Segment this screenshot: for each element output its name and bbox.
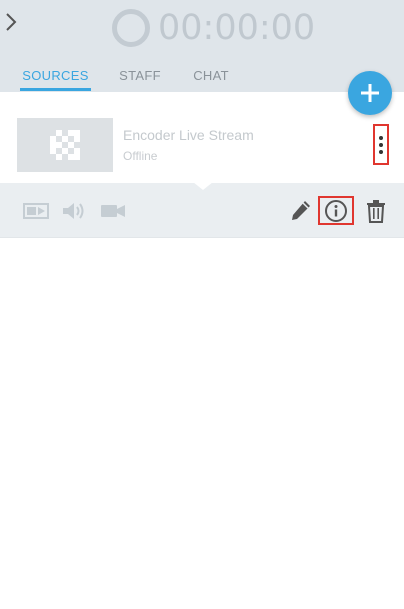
source-thumbnail bbox=[17, 118, 113, 172]
top-header: 00:00:00 SOURCES STAFF CHAT bbox=[0, 0, 404, 92]
volume-icon[interactable] bbox=[61, 201, 87, 221]
add-source-button[interactable] bbox=[348, 71, 392, 115]
source-item[interactable]: Encoder Live Stream Offline bbox=[0, 92, 404, 183]
tab-chat[interactable]: CHAT bbox=[188, 62, 234, 92]
timer-display: 00:00:00 bbox=[158, 8, 316, 48]
tab-label: CHAT bbox=[193, 68, 229, 83]
tab-staff[interactable]: STAFF bbox=[113, 62, 167, 92]
tab-label: STAFF bbox=[119, 68, 161, 83]
source-status: Offline bbox=[123, 149, 158, 163]
plus-icon bbox=[361, 84, 379, 102]
info-button[interactable] bbox=[318, 196, 354, 225]
pencil-icon[interactable] bbox=[289, 198, 313, 224]
card-pointer bbox=[193, 182, 213, 190]
record-circle-icon[interactable] bbox=[112, 9, 150, 47]
source-name: Encoder Live Stream bbox=[123, 127, 254, 143]
video-source-icon[interactable] bbox=[22, 201, 50, 221]
source-toolbar bbox=[0, 183, 404, 238]
camera-icon[interactable] bbox=[99, 201, 127, 221]
placeholder-logo-icon bbox=[50, 130, 80, 160]
tab-sources[interactable]: SOURCES bbox=[20, 62, 91, 92]
chevron-right-icon[interactable] bbox=[2, 8, 20, 36]
trash-icon[interactable] bbox=[364, 198, 388, 224]
more-options-button[interactable] bbox=[373, 124, 389, 165]
more-vertical-icon bbox=[379, 135, 383, 140]
info-icon bbox=[325, 199, 347, 222]
tab-bar: SOURCES STAFF CHAT bbox=[0, 62, 404, 92]
timer: 00:00:00 bbox=[112, 6, 315, 50]
tab-label: SOURCES bbox=[22, 68, 89, 83]
